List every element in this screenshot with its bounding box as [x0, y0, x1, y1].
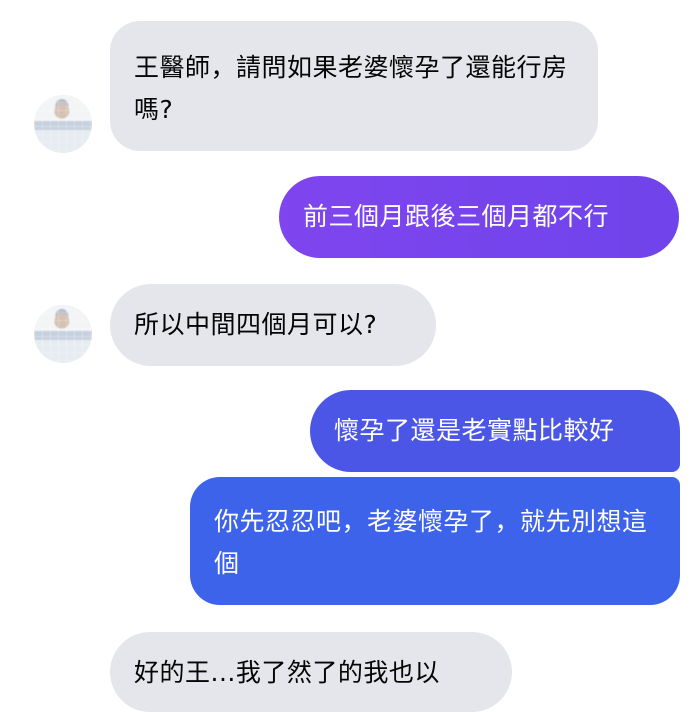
avatar-image — [34, 305, 92, 363]
message-text: 懷孕了還是老實點比較好 — [334, 416, 615, 445]
sender-avatar[interactable] — [34, 95, 92, 153]
chat-thread: 王醫師，請問如果老婆懷孕了還能行房嗎? 前三個月跟後三個月都不行 所以中間四個月… — [0, 0, 696, 712]
incoming-message-bubble[interactable]: 王醫師，請問如果老婆懷孕了還能行房嗎? — [110, 21, 598, 151]
avatar-image — [34, 95, 92, 153]
message-text: 前三個月跟後三個月都不行 — [303, 202, 610, 231]
outgoing-message-bubble[interactable]: 懷孕了還是老實點比較好 — [310, 390, 680, 472]
message-text: 王醫師，請問如果老婆懷孕了還能行房嗎? — [134, 53, 568, 124]
message-text: 你先忍忍吧，老婆懷孕了，就先別想這個 — [214, 507, 648, 578]
message-text: 所以中間四個月可以? — [134, 310, 378, 339]
outgoing-message-bubble[interactable]: 你先忍忍吧，老婆懷孕了，就先別想這個 — [190, 477, 680, 605]
incoming-message-bubble[interactable]: 所以中間四個月可以? — [110, 284, 436, 366]
outgoing-message-bubble[interactable]: 前三個月跟後三個月都不行 — [279, 176, 679, 258]
message-text: 好的王...我了然了的我也以 — [134, 658, 440, 687]
incoming-message-bubble[interactable]: 好的王...我了然了的我也以 — [110, 632, 512, 712]
sender-avatar[interactable] — [34, 305, 92, 363]
